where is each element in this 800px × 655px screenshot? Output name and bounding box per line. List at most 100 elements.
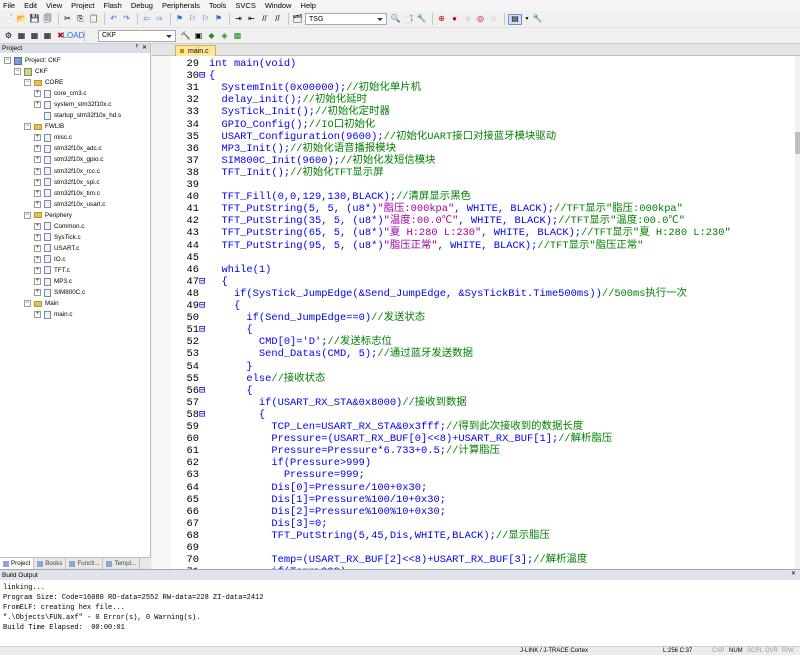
tree-item[interactable]: + stm32f10x_usart.c	[34, 199, 105, 210]
expand-icon[interactable]: +	[34, 189, 41, 197]
expand-icon[interactable]: +	[34, 266, 41, 274]
menu-debug[interactable]: Debug	[131, 1, 153, 10]
indent-icon[interactable]: ⇥	[233, 14, 244, 25]
collapse-icon[interactable]: −	[24, 123, 31, 131]
copy-icon[interactable]: ⎘	[75, 14, 86, 25]
close-icon[interactable]: ✕	[791, 570, 796, 577]
expand-icon[interactable]: +	[34, 90, 41, 98]
bookmark-icon[interactable]: ⚑	[174, 14, 185, 25]
build-icon[interactable]: ▦	[16, 30, 27, 41]
window-layout-icon[interactable]: ▤	[508, 13, 522, 25]
menu-flash[interactable]: Flash	[104, 1, 122, 10]
comment-icon[interactable]: //	[259, 14, 270, 25]
target-options-icon[interactable]: 🔨	[180, 30, 191, 41]
vertical-scrollbar[interactable]	[795, 56, 800, 569]
download-icon[interactable]: LOAD	[63, 30, 85, 41]
expand-icon[interactable]: +	[34, 311, 41, 319]
save-all-icon[interactable]: 🗐	[42, 14, 53, 25]
expand-icon[interactable]: +	[34, 167, 41, 175]
clear-breakpoints-icon[interactable]: ◎	[475, 14, 486, 25]
expand-icon[interactable]: +	[34, 289, 41, 297]
unindent-icon[interactable]: ⇤	[246, 14, 257, 25]
tree-item[interactable]: + stm32f10x_adc.c	[34, 143, 102, 154]
paste-icon[interactable]: 📋	[88, 14, 99, 25]
close-icon[interactable]: ✕	[142, 44, 147, 51]
collapse-icon[interactable]: −	[14, 68, 21, 76]
prev-bookmark-icon[interactable]: ⚐	[187, 14, 198, 25]
tree-item[interactable]: + Common.c	[34, 221, 84, 232]
tree-item[interactable]: − Main	[24, 298, 59, 309]
manage-components-icon[interactable]: ◆	[206, 30, 217, 41]
tree-item[interactable]: + core_cm3.c	[34, 88, 87, 99]
open-file-icon[interactable]: 📂	[16, 14, 27, 25]
tree-item[interactable]: + stm32f10x_tim.c	[34, 188, 100, 199]
expand-icon[interactable]: +	[34, 134, 41, 142]
tree-item[interactable]: + stm32f10x_gpio.c	[34, 154, 103, 165]
tree-item[interactable]: startup_stm32f10x_hd.s	[34, 110, 121, 121]
scrollbar-thumb[interactable]	[795, 132, 800, 154]
menu-peripherals[interactable]: Peripherals	[162, 1, 200, 10]
disable-breakpoint-icon[interactable]: ○	[462, 14, 473, 25]
expand-icon[interactable]: +	[34, 178, 41, 186]
find-in-files-icon[interactable]: 🗂	[292, 14, 303, 25]
tree-item[interactable]: − Periphery	[24, 210, 72, 221]
tree-item[interactable]: + IO.c	[34, 254, 66, 265]
layout-dropdown-icon[interactable]: ▼	[524, 14, 530, 25]
menu-view[interactable]: View	[46, 1, 62, 10]
menu-tools[interactable]: Tools	[209, 1, 227, 10]
navigate-back-icon[interactable]: ⇦	[141, 14, 152, 25]
tab-project[interactable]: Project	[0, 558, 35, 569]
expand-icon[interactable]: +	[34, 200, 41, 208]
menu-svcs[interactable]: SVCS	[235, 1, 255, 10]
find-icon[interactable]: 🔍	[390, 14, 401, 25]
expand-icon[interactable]: +	[34, 244, 41, 252]
uncomment-icon[interactable]: //	[272, 14, 283, 25]
file-extensions-icon[interactable]: ▣	[193, 30, 204, 41]
translate-icon[interactable]: ⚙	[3, 30, 14, 41]
target-select[interactable]: CKF	[98, 29, 176, 42]
tab-books[interactable]: Books	[34, 558, 67, 569]
tree-item[interactable]: + SysTick.c	[34, 232, 81, 243]
rebuild-icon[interactable]: ▦	[29, 30, 40, 41]
kill-breakpoints-icon[interactable]: ◌	[488, 14, 499, 25]
breakpoint-gutter[interactable]	[152, 56, 171, 569]
expand-icon[interactable]: +	[34, 101, 41, 109]
next-bookmark-icon[interactable]: ⚐	[200, 14, 211, 25]
tab-main-c[interactable]: main.c	[175, 45, 216, 56]
tree-item[interactable]: + USART.c	[34, 243, 79, 254]
tree-item[interactable]: + main.c	[34, 309, 73, 320]
new-file-icon[interactable]: 📄	[3, 14, 14, 25]
tree-item[interactable]: − CKF	[14, 66, 48, 77]
menu-project[interactable]: Project	[71, 1, 94, 10]
save-icon[interactable]: 💾	[29, 14, 40, 25]
collapse-icon[interactable]: −	[24, 211, 31, 219]
expand-icon[interactable]: +	[34, 233, 41, 241]
tree-item[interactable]: − Project: CKF	[4, 55, 61, 66]
tab-functi[interactable]: Functi...	[66, 558, 104, 569]
tree-item[interactable]: + stm32f10x_rcc.c	[34, 166, 100, 177]
expand-icon[interactable]: +	[34, 255, 41, 263]
collapse-icon[interactable]: −	[24, 79, 31, 87]
expand-icon[interactable]: +	[34, 156, 41, 164]
menu-file[interactable]: File	[3, 1, 15, 10]
navigate-forward-icon[interactable]: ⇨	[154, 14, 165, 25]
pack-installer-icon[interactable]: ◈	[219, 30, 230, 41]
menu-help[interactable]: Help	[301, 1, 316, 10]
breakpoint-icon[interactable]: ●	[449, 14, 460, 25]
tab-templ[interactable]: Templ...	[103, 558, 141, 569]
tree-item[interactable]: − CORE	[24, 77, 63, 88]
collapse-icon[interactable]: −	[24, 300, 31, 308]
menu-edit[interactable]: Edit	[24, 1, 37, 10]
expand-icon[interactable]: +	[34, 278, 41, 285]
tree-item[interactable]: + TFT.c	[34, 265, 70, 276]
tree-item[interactable]: − FWLIB	[24, 121, 64, 132]
tree-item[interactable]: + stm32f10x_spi.c	[34, 177, 100, 188]
batch-build-icon[interactable]: ▦	[42, 30, 53, 41]
cut-icon[interactable]: ✂	[62, 14, 73, 25]
tree-item[interactable]: + misc.c	[34, 132, 72, 143]
code-editor[interactable]: 29 int main(void) 30⊟{31 SystemInit(0x0000…	[171, 56, 795, 569]
expand-icon[interactable]: +	[34, 145, 41, 153]
redo-icon[interactable]: ↷	[121, 14, 132, 25]
configure-icon[interactable]: 🔧	[532, 14, 543, 25]
collapse-icon[interactable]: −	[4, 57, 11, 64]
